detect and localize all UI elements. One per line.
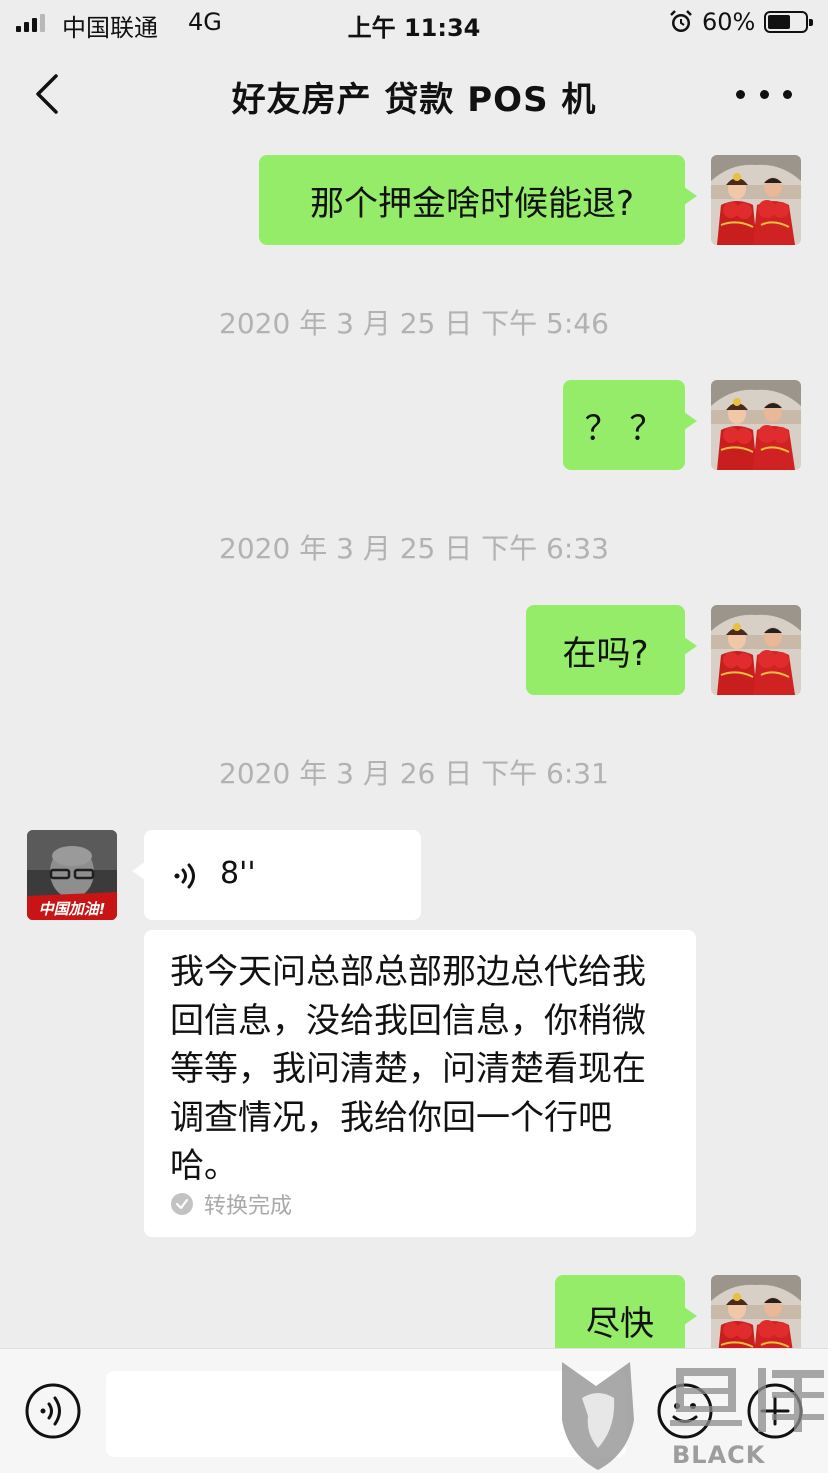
check-circle-icon bbox=[171, 1193, 193, 1215]
message-text: 在吗? bbox=[562, 633, 649, 674]
message-timestamp: 2020 年 3 月 25 日 下午 6:33 bbox=[219, 532, 609, 565]
message-bubble-sent[interactable]: 在吗? bbox=[526, 605, 697, 695]
message-bubble-sent[interactable]: ？ ？ bbox=[563, 380, 697, 470]
status-bar: 中国联通 4G 上午 11:34 60% bbox=[0, 0, 828, 46]
chat-header: 好友房产 贷款 POS 机 bbox=[0, 46, 828, 142]
message-input[interactable] bbox=[106, 1371, 626, 1457]
alarm-icon bbox=[670, 10, 692, 32]
conversion-status-label: 转换完成 bbox=[204, 1194, 293, 1219]
message-text: ？ ？ bbox=[584, 408, 664, 449]
conversion-status: 转换完成 bbox=[170, 1188, 292, 1220]
message-timestamp: 2020 年 3 月 25 日 下午 5:46 bbox=[219, 307, 609, 340]
chat-title: 好友房产 贷款 POS 机 bbox=[231, 80, 597, 120]
my-avatar[interactable] bbox=[711, 380, 801, 470]
avatar-badge: 中国加油! bbox=[38, 900, 106, 918]
transcript-text: 我今天问总部总部那边总代给我回信息，没给我回信息，你稍微等等，我问清楚，问清楚看… bbox=[170, 952, 646, 1186]
voice-input-icon[interactable] bbox=[24, 1382, 82, 1440]
watermark-text: BLACK CAT bbox=[672, 1441, 766, 1473]
voice-transcript[interactable]: 我今天问总部总部那边总代给我回信息，没给我回信息，你稍微等等，我问清楚，问清楚看… bbox=[144, 930, 696, 1237]
battery-percent: 60% bbox=[702, 8, 756, 36]
contact-avatar[interactable]: 中国加油! bbox=[27, 830, 117, 920]
more-icon[interactable] bbox=[736, 76, 792, 112]
message-bubble-sent[interactable]: 那个押金啥时候能退? bbox=[259, 155, 697, 245]
voice-wave-icon bbox=[174, 863, 195, 889]
voice-message-bubble[interactable]: 8'' bbox=[132, 830, 421, 920]
my-avatar[interactable] bbox=[711, 605, 801, 695]
battery-icon bbox=[764, 11, 813, 33]
my-avatar[interactable] bbox=[711, 155, 801, 245]
message-timestamp: 2020 年 3 月 26 日 下午 6:31 bbox=[219, 757, 609, 790]
voice-duration: 8'' bbox=[220, 856, 256, 891]
message-text: 那个押金啥时候能退? bbox=[309, 183, 635, 224]
